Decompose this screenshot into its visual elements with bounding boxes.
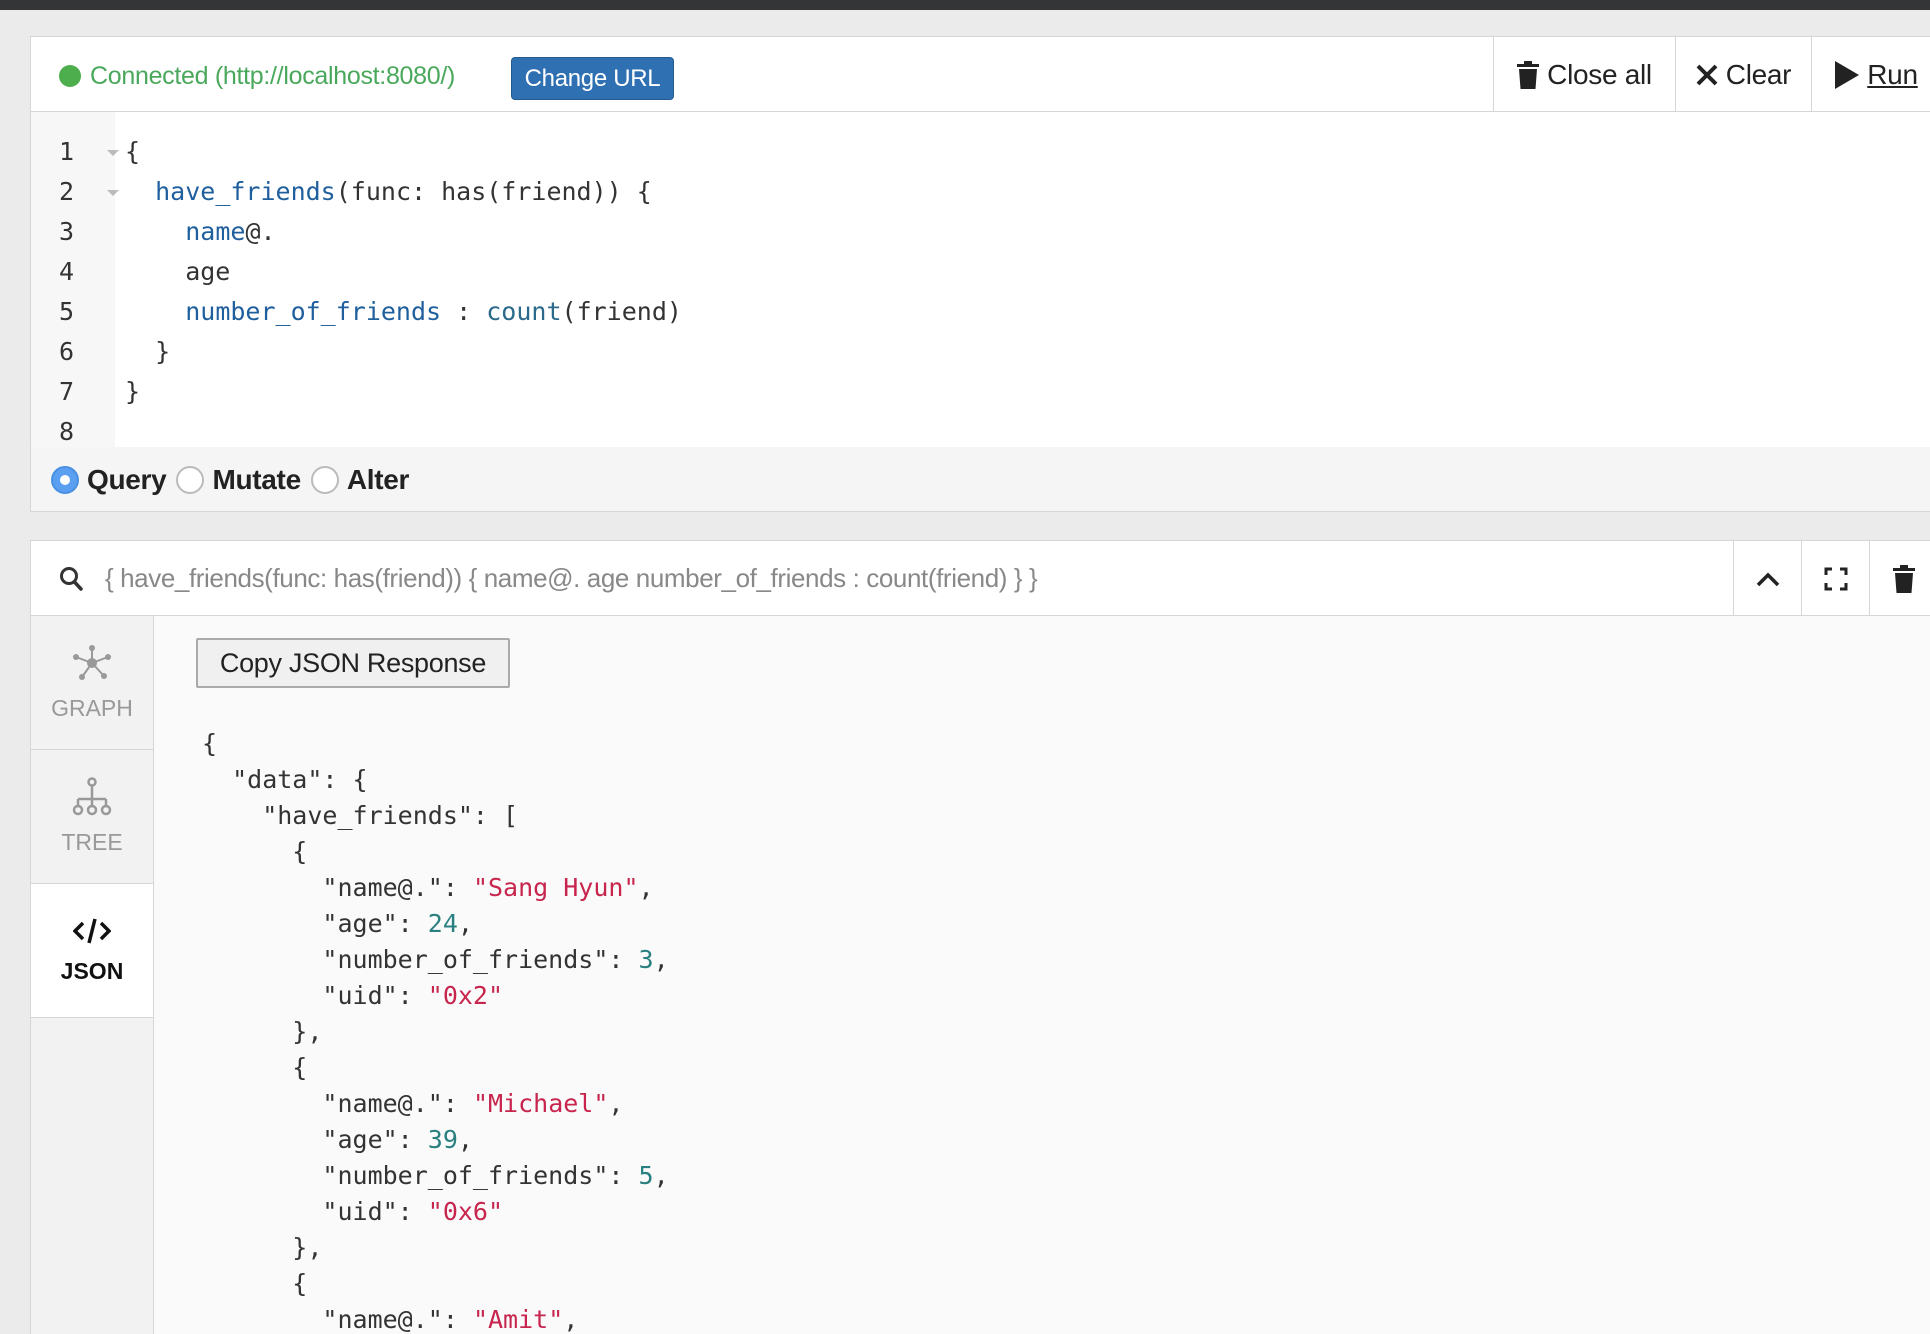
code-editor[interactable]: 1 2 3 4 5 6 7 8 { have_friends(func: has… <box>31 112 1930 447</box>
json-line: "age": 24, <box>202 909 473 938</box>
query-summary: { have_friends(func: has(friend)) { name… <box>105 563 1038 593</box>
result-frame: { have_friends(func: has(friend)) { name… <box>30 540 1930 1334</box>
line-number: 4 <box>59 257 75 286</box>
line-number: 7 <box>59 377 75 406</box>
run-button[interactable]: Run <box>1811 37 1930 112</box>
json-number-value: 3 <box>638 945 654 974</box>
query-editor-panel: Connected (http://localhost:8080/) Chang… <box>30 36 1930 512</box>
play-icon <box>1835 60 1860 89</box>
chevron-up-icon <box>1756 572 1779 586</box>
window-top-bar <box>0 0 1930 10</box>
json-line: { <box>202 837 308 866</box>
code-line: number_of_friends : count(friend) <box>185 297 682 326</box>
json-line: "data": { <box>202 765 368 794</box>
fold-arrow-icon[interactable] <box>107 150 119 156</box>
json-line: "uid": "0x6" <box>202 1197 504 1226</box>
json-line: "name@.": "Michael", <box>202 1089 624 1118</box>
editor-header: Connected (http://localhost:8080/) Chang… <box>31 37 1930 112</box>
json-line: "uid": "0x2" <box>202 981 504 1010</box>
json-line: }, <box>202 1017 323 1046</box>
trash-icon <box>1517 60 1540 89</box>
tree-icon <box>72 777 112 816</box>
json-string-value: "0x6" <box>427 1197 504 1226</box>
fold-arrow-icon[interactable] <box>107 190 119 196</box>
json-line: }, <box>202 1233 323 1262</box>
tab-graph[interactable]: GRAPH <box>31 616 153 750</box>
tab-label: TREE <box>61 829 123 855</box>
json-line: "name@.": "Amit", <box>202 1305 579 1334</box>
mode-selector: Query Mutate Alter <box>31 447 1930 512</box>
json-number-value: 5 <box>638 1161 654 1190</box>
line-number: 3 <box>59 217 75 246</box>
line-number: 2 <box>59 177 75 206</box>
json-line: "number_of_friends": 3, <box>202 945 669 974</box>
json-line: { <box>202 729 218 758</box>
mode-radio-alter[interactable]: Alter <box>310 463 410 496</box>
code-line: } <box>125 377 141 406</box>
json-line: "number_of_friends": 5, <box>202 1161 669 1190</box>
search-icon <box>60 567 83 591</box>
close-all-label: Close all <box>1547 58 1652 90</box>
code-line: } <box>125 337 171 366</box>
tab-json[interactable]: JSON <box>31 884 153 1018</box>
radio-selected-icon <box>51 465 79 494</box>
json-string-value: "Amit" <box>472 1305 564 1334</box>
json-number-value: 39 <box>427 1125 458 1154</box>
tab-label: JSON <box>60 958 124 984</box>
mode-label: Query <box>87 463 167 495</box>
json-string-value: "Michael" <box>472 1089 609 1118</box>
json-string-value: "0x2" <box>427 981 504 1010</box>
line-number-gutter: 1 2 3 4 5 6 7 8 <box>31 112 119 447</box>
json-view: Copy JSON Response { "data": { "have_fri… <box>154 616 1930 1334</box>
close-all-button[interactable]: Close all <box>1493 37 1675 112</box>
change-url-button[interactable]: Change URL <box>511 57 674 100</box>
json-line: "have_friends": [ <box>202 801 519 830</box>
fullscreen-button[interactable] <box>1801 541 1869 616</box>
status-dot-icon <box>59 65 81 87</box>
copy-json-button[interactable]: Copy JSON Response <box>196 638 510 688</box>
connection-status-text: Connected (http://localhost:8080/) <box>90 61 456 90</box>
line-number: 6 <box>59 337 75 366</box>
code-line: name@. <box>185 217 276 246</box>
tab-label: GRAPH <box>51 695 133 721</box>
line-number: 5 <box>59 297 75 326</box>
radio-empty-icon <box>176 465 205 494</box>
result-header[interactable]: { have_friends(func: has(friend)) { name… <box>31 541 1930 616</box>
json-line: "age": 39, <box>202 1125 473 1154</box>
view-sidebar: GRAPH TREE JSON <box>31 616 154 1334</box>
graph-icon <box>73 645 111 680</box>
connection-status: Connected (http://localhost:8080/) <box>59 61 456 90</box>
code-line: { <box>125 137 141 166</box>
json-line: "name@.": "Sang Hyun", <box>202 873 654 902</box>
line-number: 1 <box>59 137 75 166</box>
json-string-value: "Sang Hyun" <box>472 873 639 902</box>
fullscreen-icon <box>1824 567 1847 590</box>
json-line: { <box>202 1053 308 1082</box>
run-label: Run <box>1867 58 1918 90</box>
code-line: age <box>125 257 231 286</box>
radio-empty-icon <box>310 465 339 494</box>
clear-label: Clear <box>1725 58 1792 90</box>
trash-icon <box>1892 564 1915 593</box>
code-line: have_friends(func: has(friend)) { <box>155 177 652 206</box>
line-number: 8 <box>59 417 75 446</box>
code-icon <box>73 918 111 944</box>
mode-radio-mutate[interactable]: Mutate <box>176 463 301 496</box>
delete-frame-button[interactable] <box>1869 541 1930 616</box>
clear-button[interactable]: Clear <box>1675 37 1811 112</box>
mode-radio-query[interactable]: Query <box>51 463 167 496</box>
json-line: { <box>202 1269 308 1298</box>
mode-label: Mutate <box>212 463 301 495</box>
close-icon <box>1696 64 1718 85</box>
mode-label: Alter <box>346 463 410 495</box>
json-number-value: 24 <box>427 909 458 938</box>
tab-tree[interactable]: TREE <box>31 750 153 884</box>
collapse-button[interactable] <box>1733 541 1801 616</box>
